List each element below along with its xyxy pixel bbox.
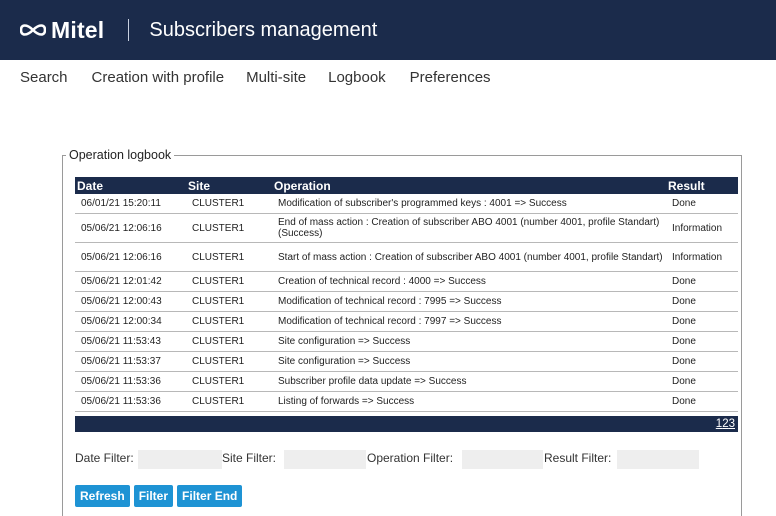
row-site: CLUSTER1 <box>192 198 245 209</box>
row-result: Done <box>672 356 696 367</box>
table-row[interactable]: 05/06/21 11:53:36 CLUSTER1 Subscriber pr… <box>75 372 738 392</box>
action-buttons: Refresh Filter Filter End <box>75 485 246 507</box>
row-result: Done <box>672 316 696 327</box>
row-result: Done <box>672 296 696 307</box>
date-filter-input[interactable] <box>138 450 222 469</box>
site-filter-label: Site Filter: <box>222 451 277 465</box>
table-row[interactable]: 05/06/21 12:00:34 CLUSTER1 Modification … <box>75 312 738 332</box>
row-result: Done <box>672 376 696 387</box>
row-operation: Creation of technical record : 4000 => S… <box>278 276 486 287</box>
row-result: Information <box>672 251 723 263</box>
row-operation: Modification of technical record : 7997 … <box>278 316 502 327</box>
mitel-logo: Mitel <box>20 17 104 44</box>
table-row[interactable]: 06/01/21 15:20:11 CLUSTER1 Modification … <box>75 194 738 214</box>
row-date: 05/06/21 12:00:43 <box>81 296 162 307</box>
logbook-legend: Operation logbook <box>66 148 175 162</box>
row-operation: Listing of forwards => Success <box>278 396 415 407</box>
pagination-bar: 123 <box>75 416 738 432</box>
refresh-button[interactable]: Refresh <box>75 485 130 507</box>
nav-preferences[interactable]: Preferences <box>410 69 491 86</box>
row-date: 05/06/21 12:06:16 <box>81 222 162 234</box>
row-date: 05/06/21 12:06:16 <box>81 251 162 263</box>
column-header-operation[interactable]: Operation <box>272 177 666 194</box>
mitel-logo-icon <box>20 24 46 36</box>
row-operation: Modification of technical record : 7995 … <box>278 296 502 307</box>
app-title: Subscribers management <box>149 18 378 41</box>
row-site: CLUSTER1 <box>192 296 245 307</box>
logo-text: Mitel <box>51 16 105 43</box>
row-operation: End of mass action : Creation of subscri… <box>278 217 660 239</box>
row-site: CLUSTER1 <box>192 251 245 263</box>
nav-multi-site[interactable]: Multi-site <box>246 69 306 86</box>
date-filter-label: Date Filter: <box>75 451 134 465</box>
row-site: CLUSTER1 <box>192 336 245 347</box>
row-result: Done <box>672 336 696 347</box>
pagination: 123 <box>716 418 735 430</box>
row-result: Done <box>672 198 696 209</box>
row-site: CLUSTER1 <box>192 222 245 234</box>
table-row[interactable]: 05/06/21 12:06:16 CLUSTER1 End of mass a… <box>75 214 738 243</box>
nav-search[interactable]: Search <box>20 69 68 86</box>
nav-logbook[interactable]: Logbook <box>328 69 386 86</box>
table-row[interactable]: 05/06/21 11:53:43 CLUSTER1 Site configur… <box>75 332 738 352</box>
row-operation: Start of mass action : Creation of subsc… <box>278 251 663 263</box>
row-operation: Site configuration => Success <box>278 336 411 347</box>
row-date: 05/06/21 11:53:36 <box>81 376 161 387</box>
row-result: Information <box>672 222 723 234</box>
row-date: 06/01/21 15:20:11 <box>81 198 161 209</box>
table-row[interactable]: 05/06/21 12:06:16 CLUSTER1 Start of mass… <box>75 243 738 272</box>
column-header-date[interactable]: Date <box>75 177 186 194</box>
row-date: 05/06/21 12:00:34 <box>81 316 162 327</box>
row-date: 05/06/21 11:53:37 <box>81 356 161 367</box>
row-date: 05/06/21 11:53:43 <box>81 336 161 347</box>
operation-filter-input[interactable] <box>462 450 543 469</box>
nav-creation-with-profile[interactable]: Creation with profile <box>92 69 225 86</box>
row-site: CLUSTER1 <box>192 396 245 407</box>
row-date: 05/06/21 12:01:42 <box>81 276 162 287</box>
row-result: Done <box>672 276 696 287</box>
site-filter-input[interactable] <box>284 450 366 469</box>
column-header-result[interactable]: Result <box>666 177 738 194</box>
row-site: CLUSTER1 <box>192 376 245 387</box>
row-operation: Modification of subscriber's programmed … <box>278 198 567 209</box>
table-header-row: Date Site Operation Result <box>75 177 738 194</box>
logbook-table: Date Site Operation Result 06/01/21 15:2… <box>75 177 738 412</box>
main-nav: Search Creation with profile Multi-site … <box>0 60 776 94</box>
filter-button[interactable]: Filter <box>133 485 174 507</box>
row-site: CLUSTER1 <box>192 356 245 367</box>
operation-filter-label: Operation Filter: <box>367 451 454 465</box>
row-site: CLUSTER1 <box>192 276 245 287</box>
header-divider <box>128 19 130 41</box>
row-site: CLUSTER1 <box>192 316 245 327</box>
table-row[interactable]: 05/06/21 11:53:37 CLUSTER1 Site configur… <box>75 352 738 372</box>
app-header: Mitel Subscribers management <box>0 0 776 60</box>
page-link-3[interactable]: 3 <box>729 418 735 430</box>
row-operation: Subscriber profile data update => Succes… <box>278 376 467 387</box>
table-row[interactable]: 05/06/21 12:00:43 CLUSTER1 Modification … <box>75 292 738 312</box>
table-row[interactable]: 05/06/21 12:01:42 CLUSTER1 Creation of t… <box>75 272 738 292</box>
row-operation: Site configuration => Success <box>278 356 411 367</box>
filter-end-button[interactable]: Filter End <box>177 485 243 507</box>
row-date: 05/06/21 11:53:36 <box>81 396 161 407</box>
row-result: Done <box>672 396 696 407</box>
table-row[interactable]: 05/06/21 11:53:36 CLUSTER1 Listing of fo… <box>75 392 738 412</box>
result-filter-label: Result Filter: <box>544 451 612 465</box>
column-header-site[interactable]: Site <box>186 177 272 194</box>
result-filter-input[interactable] <box>617 450 699 469</box>
